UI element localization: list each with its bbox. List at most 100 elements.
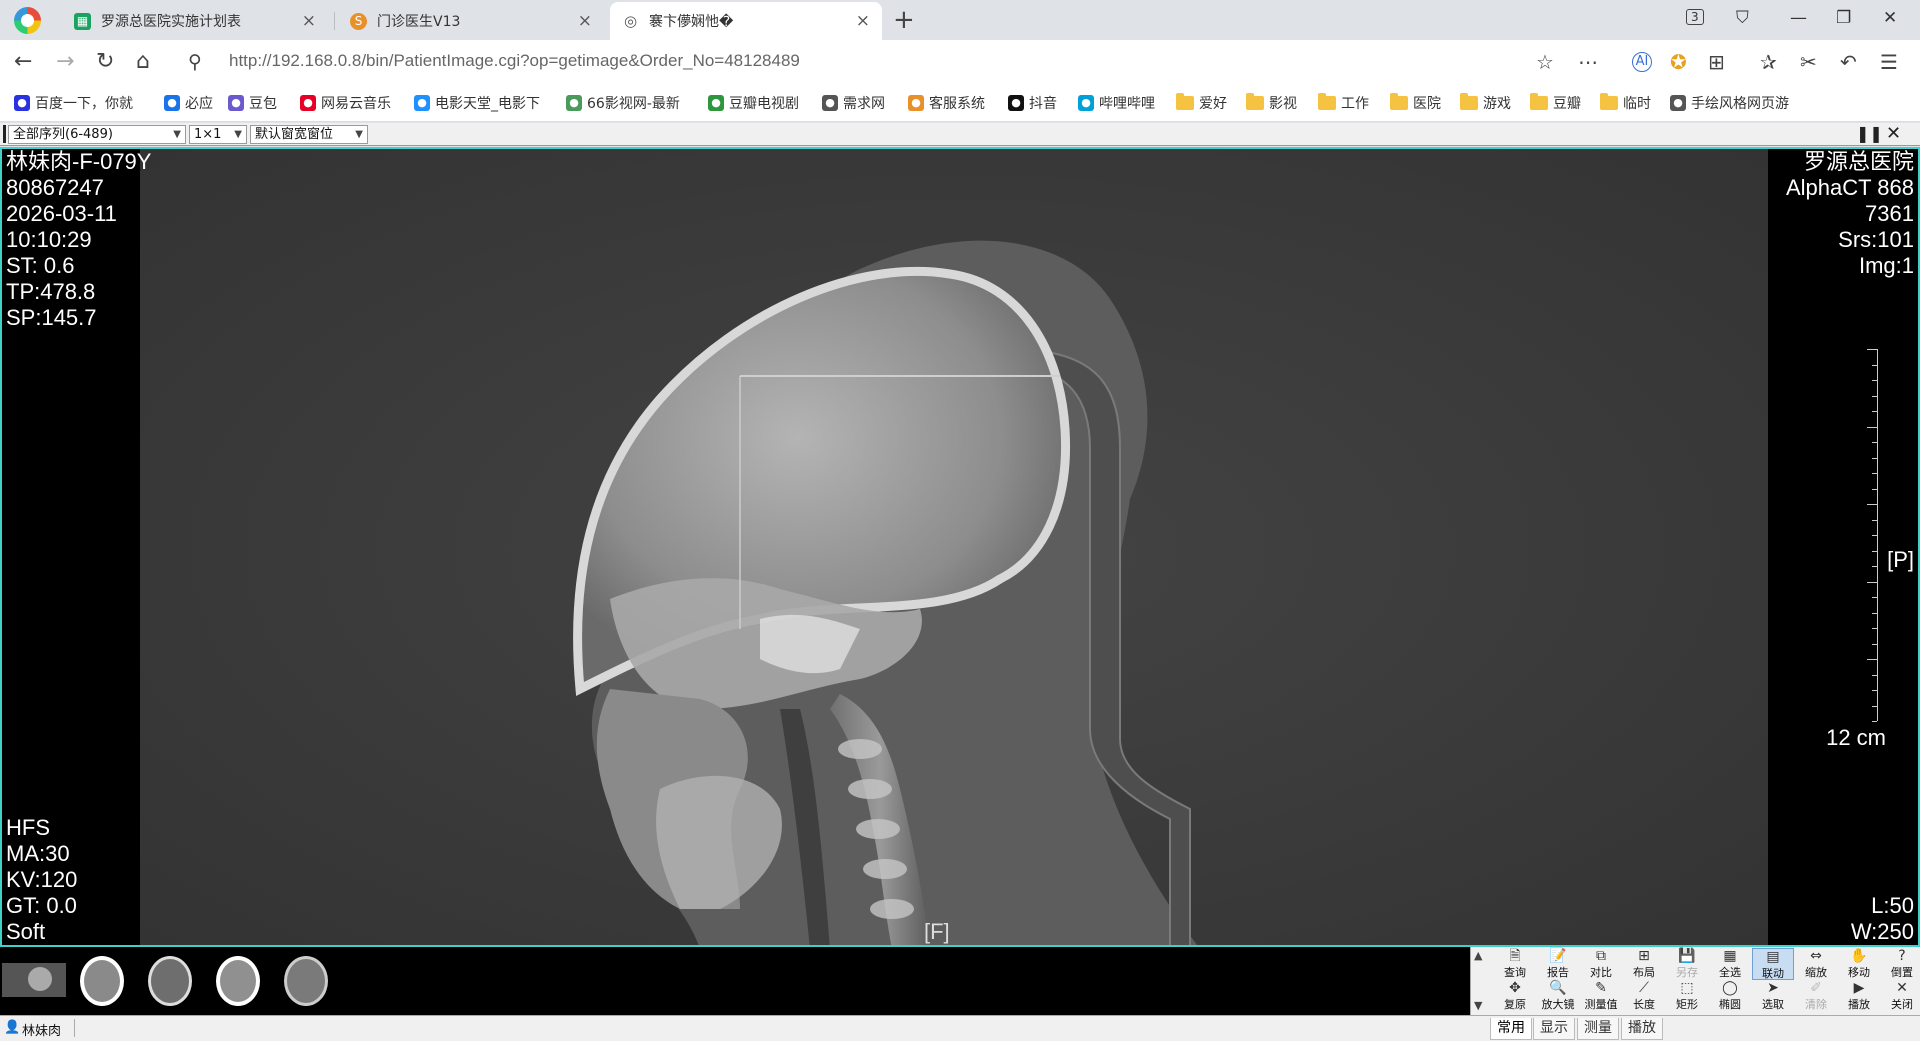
ai-icon[interactable]: AI <box>1632 52 1652 72</box>
close-window-button[interactable]: ✕ <box>1883 8 1897 28</box>
bookmark-label: 电影天堂_电影下 <box>435 96 540 112</box>
tool-compare-button[interactable]: ⧉ 对比 <box>1580 948 1622 980</box>
folder-icon <box>1246 93 1264 110</box>
bookmark-item[interactable]: 影视 <box>1246 93 1297 113</box>
bookmark-item[interactable]: 爱好 <box>1176 93 1227 113</box>
bookmark-item[interactable]: 豆瓣 <box>1530 93 1581 113</box>
home-button[interactable]: ⌂ <box>136 49 150 74</box>
bookmark-item[interactable]: ● 手绘风格网页游 <box>1670 93 1789 113</box>
tool-layout-button[interactable]: ⊞ 布局 <box>1623 948 1665 980</box>
overlay-bottom-left: HFS MA:30 KV:120 GT: 0.0 Soft <box>6 815 77 945</box>
scissors-icon[interactable]: ✂ <box>1800 50 1817 74</box>
bookmark-item[interactable]: ● 豆瓣电视剧 <box>708 93 799 113</box>
close-tab-icon[interactable]: × <box>302 11 316 31</box>
bookmark-item[interactable]: ● 66影视网-最新 <box>566 93 680 113</box>
reload-button[interactable]: ↻ <box>96 49 114 74</box>
close-icon[interactable]: ✕ <box>1886 123 1901 144</box>
series-select[interactable]: 全部序列(6-489) ▼ <box>8 125 186 144</box>
tool-close-button[interactable]: ✕ 关闭 <box>1881 980 1920 1012</box>
scroll-up-icon[interactable]: ▲ <box>1474 949 1482 962</box>
tool-magnifier-button[interactable]: 🔍 放大镜 <box>1537 980 1579 1012</box>
bookmark-item[interactable]: ● 电影天堂_电影下 <box>414 93 540 113</box>
image-viewport[interactable]: 林妹肉-F-079Y 80867247 2026-03-11 10:10:29 … <box>0 147 1920 947</box>
undo-icon[interactable]: ↶ <box>1840 50 1857 74</box>
panel-tab[interactable]: 显示 <box>1533 1018 1575 1040</box>
patient-info-line: 林妹肉-F-079Y <box>6 149 152 174</box>
bookmark-item[interactable]: ● 哔哩哔哩 <box>1078 93 1155 113</box>
folder-icon <box>1318 93 1336 110</box>
layout-select[interactable]: 1×1 ▼ <box>189 125 247 144</box>
minimize-button[interactable]: — <box>1790 8 1807 28</box>
bookmark-item[interactable]: ● 豆包 <box>228 93 277 113</box>
bookmark-item[interactable]: 工作 <box>1318 93 1369 113</box>
tool-rectangle-button[interactable]: ⬚ 矩形 <box>1666 980 1708 1012</box>
tool-ruler-button[interactable]: ⟋ 长度 <box>1623 980 1665 1012</box>
address-bar[interactable]: http://192.168.0.8/bin/PatientImage.cgi?… <box>229 51 800 71</box>
pause-icon[interactable]: ❚❚ <box>1856 124 1883 143</box>
bookmark-item[interactable]: ● 客服系统 <box>908 93 985 113</box>
tool-invert-button[interactable]: ? 倒置 <box>1881 948 1920 980</box>
star-bookmark-icon[interactable]: ☆ <box>1536 50 1554 74</box>
tool-save-button[interactable]: 💾 另存 <box>1666 948 1708 980</box>
menu-icon[interactable]: ☰ <box>1880 50 1898 74</box>
shirt-icon[interactable]: ⛉ <box>1736 8 1749 28</box>
bookmark-item[interactable]: ● 网易云音乐 <box>300 93 391 113</box>
tool-query-button[interactable]: 🗎 查询 <box>1494 948 1536 980</box>
extension-icon[interactable]: ✪ <box>1670 50 1687 74</box>
browser-logo-icon[interactable] <box>14 7 41 34</box>
tab-count-badge[interactable]: 3 <box>1686 9 1704 25</box>
bookmark-label: 豆包 <box>249 96 277 112</box>
douban-icon: ● <box>708 95 724 111</box>
bookmark-item[interactable]: 医院 <box>1390 93 1441 113</box>
tool-play-button[interactable]: ▶ 播放 <box>1838 980 1880 1012</box>
bookmark-item[interactable]: 临时 <box>1600 93 1651 113</box>
panel-tab[interactable]: 播放 <box>1621 1018 1663 1040</box>
scroll-down-icon[interactable]: ▼ <box>1474 999 1482 1012</box>
link-icon: ▤ <box>1766 949 1780 965</box>
patient-position: HFS <box>6 815 50 840</box>
more-icon[interactable]: ⋯ <box>1578 50 1598 74</box>
select-all-icon: ▦ <box>1723 948 1737 964</box>
tool-report-button[interactable]: 📝 报告 <box>1537 948 1579 980</box>
tool-ellipse-button[interactable]: ◯ 椭圆 <box>1709 980 1751 1012</box>
panel-tab[interactable]: 常用 <box>1490 1018 1532 1040</box>
thumbnail-scrollbar[interactable]: ▲ ▼ <box>1470 947 1490 1015</box>
bookmark-label: 手绘风格网页游 <box>1691 96 1789 112</box>
forward-button[interactable]: → <box>56 49 74 74</box>
close-tab-icon[interactable]: × <box>578 11 592 31</box>
new-tab-button[interactable]: + <box>893 5 915 35</box>
tool-measure-value-button[interactable]: ✎ 测量值 <box>1580 980 1622 1012</box>
tool-link-button[interactable]: ▤ 联动 <box>1752 948 1794 980</box>
tool-zoom-button[interactable]: ⇔ 缩放 <box>1795 948 1837 980</box>
thumbnail-axial-1[interactable] <box>70 951 134 1011</box>
panel-tab[interactable]: 测量 <box>1577 1018 1619 1040</box>
bookmark-item[interactable]: ● 百度一下，你就 <box>14 93 133 113</box>
tool-select-all-button[interactable]: ▦ 全选 <box>1709 948 1751 980</box>
tool-pointer-button[interactable]: ➤ 选取 <box>1752 980 1794 1012</box>
apps-grid-icon[interactable]: ⊞ <box>1708 50 1725 74</box>
bookmark-item[interactable]: ● 必应 <box>164 93 213 113</box>
tool-reset-button[interactable]: ✥ 复原 <box>1494 980 1536 1012</box>
thumbnail-scout[interactable] <box>2 951 66 1011</box>
globe-icon: ● <box>1670 95 1686 111</box>
ruler-tick <box>1872 364 1877 366</box>
restore-button[interactable]: ❐ <box>1836 8 1851 28</box>
compare-icon: ⧉ <box>1596 948 1606 964</box>
tab-outpatient[interactable]: S 门诊医生V13 × <box>338 2 604 40</box>
favorites-icon[interactable]: ✰ <box>1760 50 1777 74</box>
bookmark-item[interactable]: ● 需求网 <box>822 93 885 113</box>
bookmark-label: 网易云音乐 <box>321 96 391 112</box>
bookmark-item[interactable]: ● 抖音 <box>1008 93 1057 113</box>
back-button[interactable]: ← <box>14 49 32 74</box>
tool-eraser-button[interactable]: ✐ 清除 <box>1795 980 1837 1012</box>
thumbnail-axial-2[interactable] <box>138 951 202 1011</box>
close-tab-icon[interactable]: × <box>856 11 870 31</box>
thumbnail-axial-4[interactable] <box>274 951 338 1011</box>
tab-image-viewer[interactable]: ◎ 褰卞儚娴忚� × <box>610 2 882 40</box>
thumbnail-axial-3[interactable] <box>206 951 270 1011</box>
tool-hand-button[interactable]: ✋ 移动 <box>1838 948 1880 980</box>
window-level-select[interactable]: 默认窗宽窗位 ▼ <box>250 125 368 144</box>
tab-plan[interactable]: ▦ 罗源总医院实施计划表 × <box>62 2 328 40</box>
bookmark-item[interactable]: 游戏 <box>1460 93 1511 113</box>
save-icon: 💾 <box>1678 948 1696 964</box>
